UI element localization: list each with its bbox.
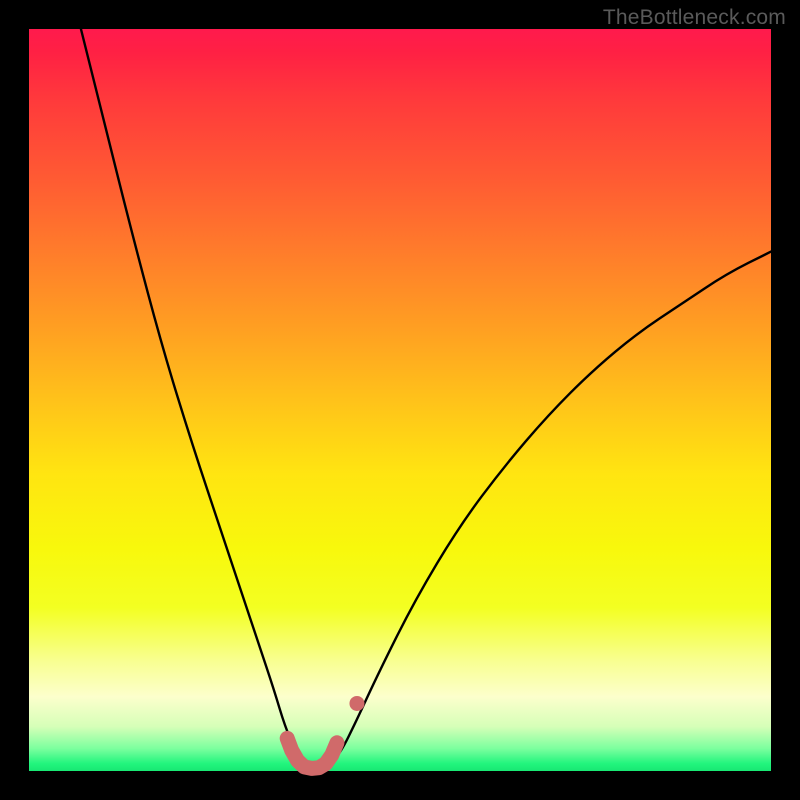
watermark-text: TheBottleneck.com bbox=[603, 6, 786, 30]
bottleneck-curve bbox=[81, 29, 771, 769]
bottleneck-plot bbox=[29, 29, 771, 771]
trough-marker-line bbox=[287, 738, 337, 768]
trough-marker-dot bbox=[349, 696, 364, 711]
chart-frame bbox=[29, 29, 771, 771]
